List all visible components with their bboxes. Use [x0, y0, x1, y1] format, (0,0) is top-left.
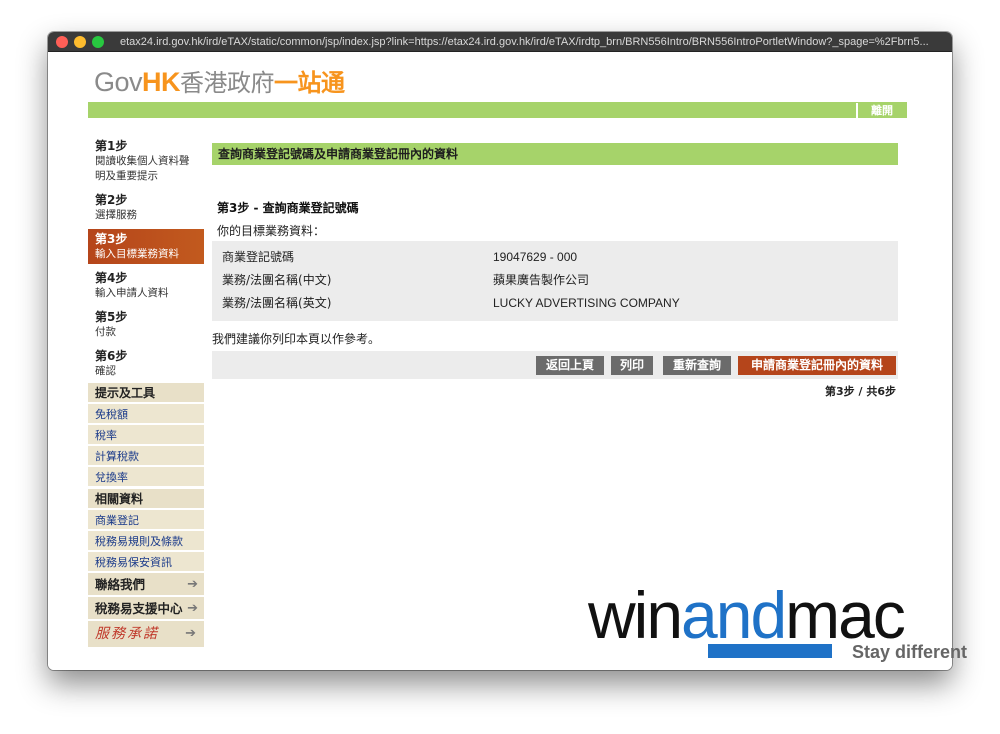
step-heading: 第3步 - 查詢商業登記號碼 [217, 201, 359, 215]
sidebar-step-2: 第2步 選擇服務 [88, 190, 204, 225]
address-bar[interactable]: etax24.ird.gov.hk/ird/eTAX/static/common… [120, 35, 940, 49]
step-number: 第4步 [95, 271, 128, 285]
business-info-table: 商業登記號碼 19047629 - 000 業務/法團名稱(中文) 蘋果廣告製作… [212, 241, 898, 321]
print-suggestion: 我們建議你列印本頁以作參考。 [212, 332, 381, 346]
info-value: 19047629 - 000 [493, 250, 578, 264]
sidebar-link-business-registration[interactable]: 商業登記 [88, 510, 204, 531]
step-description: 閱讀收集個人資料聲明及重要提示 [95, 155, 190, 182]
step-description: 輸入申請人資料 [95, 287, 169, 299]
info-value: LUCKY ADVERTISING COMPANY [493, 296, 680, 310]
apply-register-info-button[interactable]: 申請商業登記冊內的資料 [738, 356, 896, 375]
info-row-brn: 商業登記號碼 19047629 - 000 [212, 246, 898, 268]
step-number: 第5步 [95, 310, 128, 324]
related-heading: 相關資料 [88, 489, 204, 510]
arrow-right-icon: ➔ [187, 577, 198, 592]
page-title: 查詢商業登記號碼及申請商業登記冊內的資料 [212, 143, 898, 165]
step-number: 第1步 [95, 139, 128, 153]
logo-gov-text: Gov [94, 67, 143, 97]
leave-button[interactable]: 離開 [856, 103, 906, 118]
arrow-right-icon: ➔ [187, 601, 198, 616]
print-button[interactable]: 列印 [611, 356, 653, 375]
info-row-english-name: 業務/法團名稱(英文) LUCKY ADVERTISING COMPANY [212, 292, 898, 314]
step-number: 第2步 [95, 193, 128, 207]
watermark-tagline: Stay different [852, 642, 968, 662]
info-row-chinese-name: 業務/法團名稱(中文) 蘋果廣告製作公司 [212, 269, 898, 291]
tools-heading: 提示及工具 [88, 383, 204, 404]
close-window-button[interactable] [56, 36, 68, 48]
sidebar-link-terms[interactable]: 稅務易規則及條款 [88, 531, 204, 552]
watermark-and: and [681, 578, 787, 652]
contact-us-label: 聯絡我們 [95, 577, 146, 592]
sidebar-link-allowances[interactable]: 免稅額 [88, 404, 204, 425]
service-pledge-calligraphy: 服務承諾 [95, 626, 159, 642]
step-counter: 第3步 / 共6步 [825, 385, 896, 398]
logo-one-stop-text: 一站通 [274, 70, 345, 97]
step-number: 第6步 [95, 349, 128, 363]
top-green-bar [88, 102, 907, 118]
sidebar-step-3-current: 第3步 輸入目標業務資料 [88, 229, 204, 264]
arrow-right-icon: ➔ [185, 626, 198, 641]
back-button[interactable]: 返回上頁 [536, 356, 604, 375]
step-description: 付款 [95, 326, 116, 338]
info-key: 業務/法團名稱(英文) [222, 296, 332, 310]
screenshot-stage: etax24.ird.gov.hk/ird/eTAX/static/common… [0, 0, 1000, 734]
step-number: 第3步 [95, 232, 128, 246]
minimize-window-button[interactable] [74, 36, 86, 48]
watermark-mac: mac [785, 578, 906, 652]
step-description: 選擇服務 [95, 209, 137, 221]
sidebar-link-exchange-rates[interactable]: 兌換率 [88, 467, 204, 488]
browser-window: etax24.ird.gov.hk/ird/eTAX/static/common… [48, 32, 952, 670]
sidebar: 第1步 閱讀收集個人資料聲明及重要提示 第2步 選擇服務 第3步 輸入目標業務資… [88, 136, 204, 647]
support-centre-label: 稅務易支援中心 [95, 601, 183, 616]
info-key: 商業登記號碼 [222, 250, 295, 264]
contact-us-link[interactable]: 聯絡我們 ➔ [88, 573, 204, 597]
logo-chinese-text: 香港政府 [180, 70, 275, 97]
support-centre-link[interactable]: 稅務易支援中心 ➔ [88, 597, 204, 621]
target-info-label: 你的目標業務資料： [217, 224, 326, 238]
step-description: 輸入目標業務資料 [95, 248, 179, 260]
action-bar: 返回上頁 列印 重新查詢 申請商業登記冊內的資料 [212, 351, 898, 379]
zoom-window-button[interactable] [92, 36, 104, 48]
winandmac-watermark: winandmac Stay different [588, 578, 988, 668]
watermark-underline-bar [708, 644, 832, 658]
browser-titlebar: etax24.ird.gov.hk/ird/eTAX/static/common… [48, 32, 952, 52]
requery-button[interactable]: 重新查詢 [663, 356, 731, 375]
watermark-logo-text: winandmac [588, 578, 906, 652]
sidebar-link-security[interactable]: 稅務易保安資訊 [88, 552, 204, 573]
govhk-logo[interactable]: GovHK香港政府一站通 [94, 65, 345, 99]
sidebar-link-tax-rates[interactable]: 稅率 [88, 425, 204, 446]
service-pledge-link[interactable]: 服務承諾 ➔ [88, 621, 204, 647]
info-key: 業務/法團名稱(中文) [222, 273, 332, 287]
sidebar-step-1: 第1步 閱讀收集個人資料聲明及重要提示 [88, 136, 204, 186]
sidebar-step-5: 第5步 付款 [88, 307, 204, 342]
sidebar-step-6: 第6步 確認 [88, 346, 204, 381]
info-value: 蘋果廣告製作公司 [493, 273, 590, 287]
sidebar-link-tax-calculator[interactable]: 計算稅款 [88, 446, 204, 467]
watermark-win: win [588, 578, 683, 652]
logo-hk-text: HK [142, 67, 181, 97]
step-description: 確認 [95, 365, 116, 377]
sidebar-step-4: 第4步 輸入申請人資料 [88, 268, 204, 303]
